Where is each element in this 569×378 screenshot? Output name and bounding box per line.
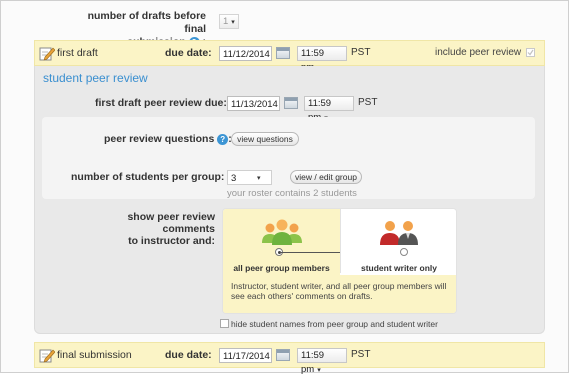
calendar-icon[interactable]: [284, 97, 298, 109]
help-icon[interactable]: ?: [217, 133, 229, 145]
chevron-down-icon: ▾: [231, 19, 235, 26]
peer-review-date-input[interactable]: 11/13/2014: [227, 96, 280, 111]
first-draft-date-input[interactable]: 11/12/2014: [219, 46, 272, 61]
option-student-writer-only[interactable]: student writer only: [340, 209, 456, 273]
group-size-value: 3: [231, 173, 237, 184]
writer-people-icon: [380, 221, 418, 245]
hide-names-checkbox[interactable]: [220, 319, 229, 328]
peer-review-questions-text: peer review questions: [104, 133, 215, 145]
option-all-label: all peer group members: [233, 263, 330, 273]
option-writer-radio[interactable]: [400, 248, 408, 256]
calendar-icon[interactable]: [276, 47, 290, 59]
option-description: Instructor, student writer, and all peer…: [223, 275, 456, 313]
students-per-group-label: number of students per group:: [71, 171, 225, 183]
drafts-select[interactable]: 1 ▾: [219, 14, 239, 29]
show-comments-label-line2: to instructor and:: [128, 235, 215, 247]
final-due-label: due date:: [165, 349, 212, 361]
final-tz: PST: [351, 349, 371, 360]
first-draft-due-label: due date:: [165, 47, 212, 59]
option-writer-label: student writer only: [360, 263, 438, 273]
comment-visibility-selector: all peer group members student writer on…: [222, 208, 457, 314]
peer-review-heading: student peer review: [43, 71, 148, 85]
peer-review-due-label: first draft peer review due:: [95, 97, 227, 109]
check-icon: [527, 49, 534, 56]
first-draft-title: first draft: [57, 47, 98, 59]
include-peer-review-checkbox[interactable]: [526, 48, 535, 57]
peer-review-questions-label: peer review questions ?:: [104, 133, 232, 145]
first-draft-row: first draft due date: 11/12/2014 11:59 p…: [34, 40, 545, 73]
pencil-icon: [39, 349, 55, 363]
hide-names-label: hide student names from peer group and s…: [231, 319, 438, 329]
peer-review-settings-box: peer review questions ?: view questions …: [42, 117, 535, 199]
final-title: final submission: [57, 349, 132, 361]
final-time-select[interactable]: 11:59 pm ▾: [297, 348, 347, 375]
roster-note: your roster contains 2 students: [227, 188, 357, 199]
first-draft-time-select[interactable]: 11:59 pm▾: [297, 46, 347, 73]
group-size-select[interactable]: 3 ▾: [227, 170, 272, 185]
include-peer-review-label: include peer review: [435, 47, 522, 58]
calendar-icon[interactable]: [276, 349, 290, 361]
pencil-icon: [39, 47, 55, 61]
group-people-icon: [262, 219, 302, 245]
first-draft-tz: PST: [351, 47, 371, 58]
assignment-settings-panel: number of drafts before final submission…: [0, 0, 569, 375]
final-submission-row: final submission due date: 11/17/2014 11…: [34, 342, 545, 375]
peer-review-tz: PST: [358, 97, 378, 108]
show-comments-label: show peer review comments to instructor …: [80, 211, 215, 247]
final-date-input[interactable]: 11/17/2014: [219, 348, 272, 363]
peer-review-panel: student peer review first draft peer rev…: [34, 66, 545, 334]
view-edit-group-button[interactable]: view / edit group: [290, 170, 362, 184]
drafts-select-value: 1: [223, 16, 229, 27]
view-questions-button[interactable]: view questions: [231, 132, 299, 146]
peer-review-time-select[interactable]: 11:59 pm▾: [304, 96, 354, 123]
chevron-down-icon: ▾: [257, 175, 261, 182]
